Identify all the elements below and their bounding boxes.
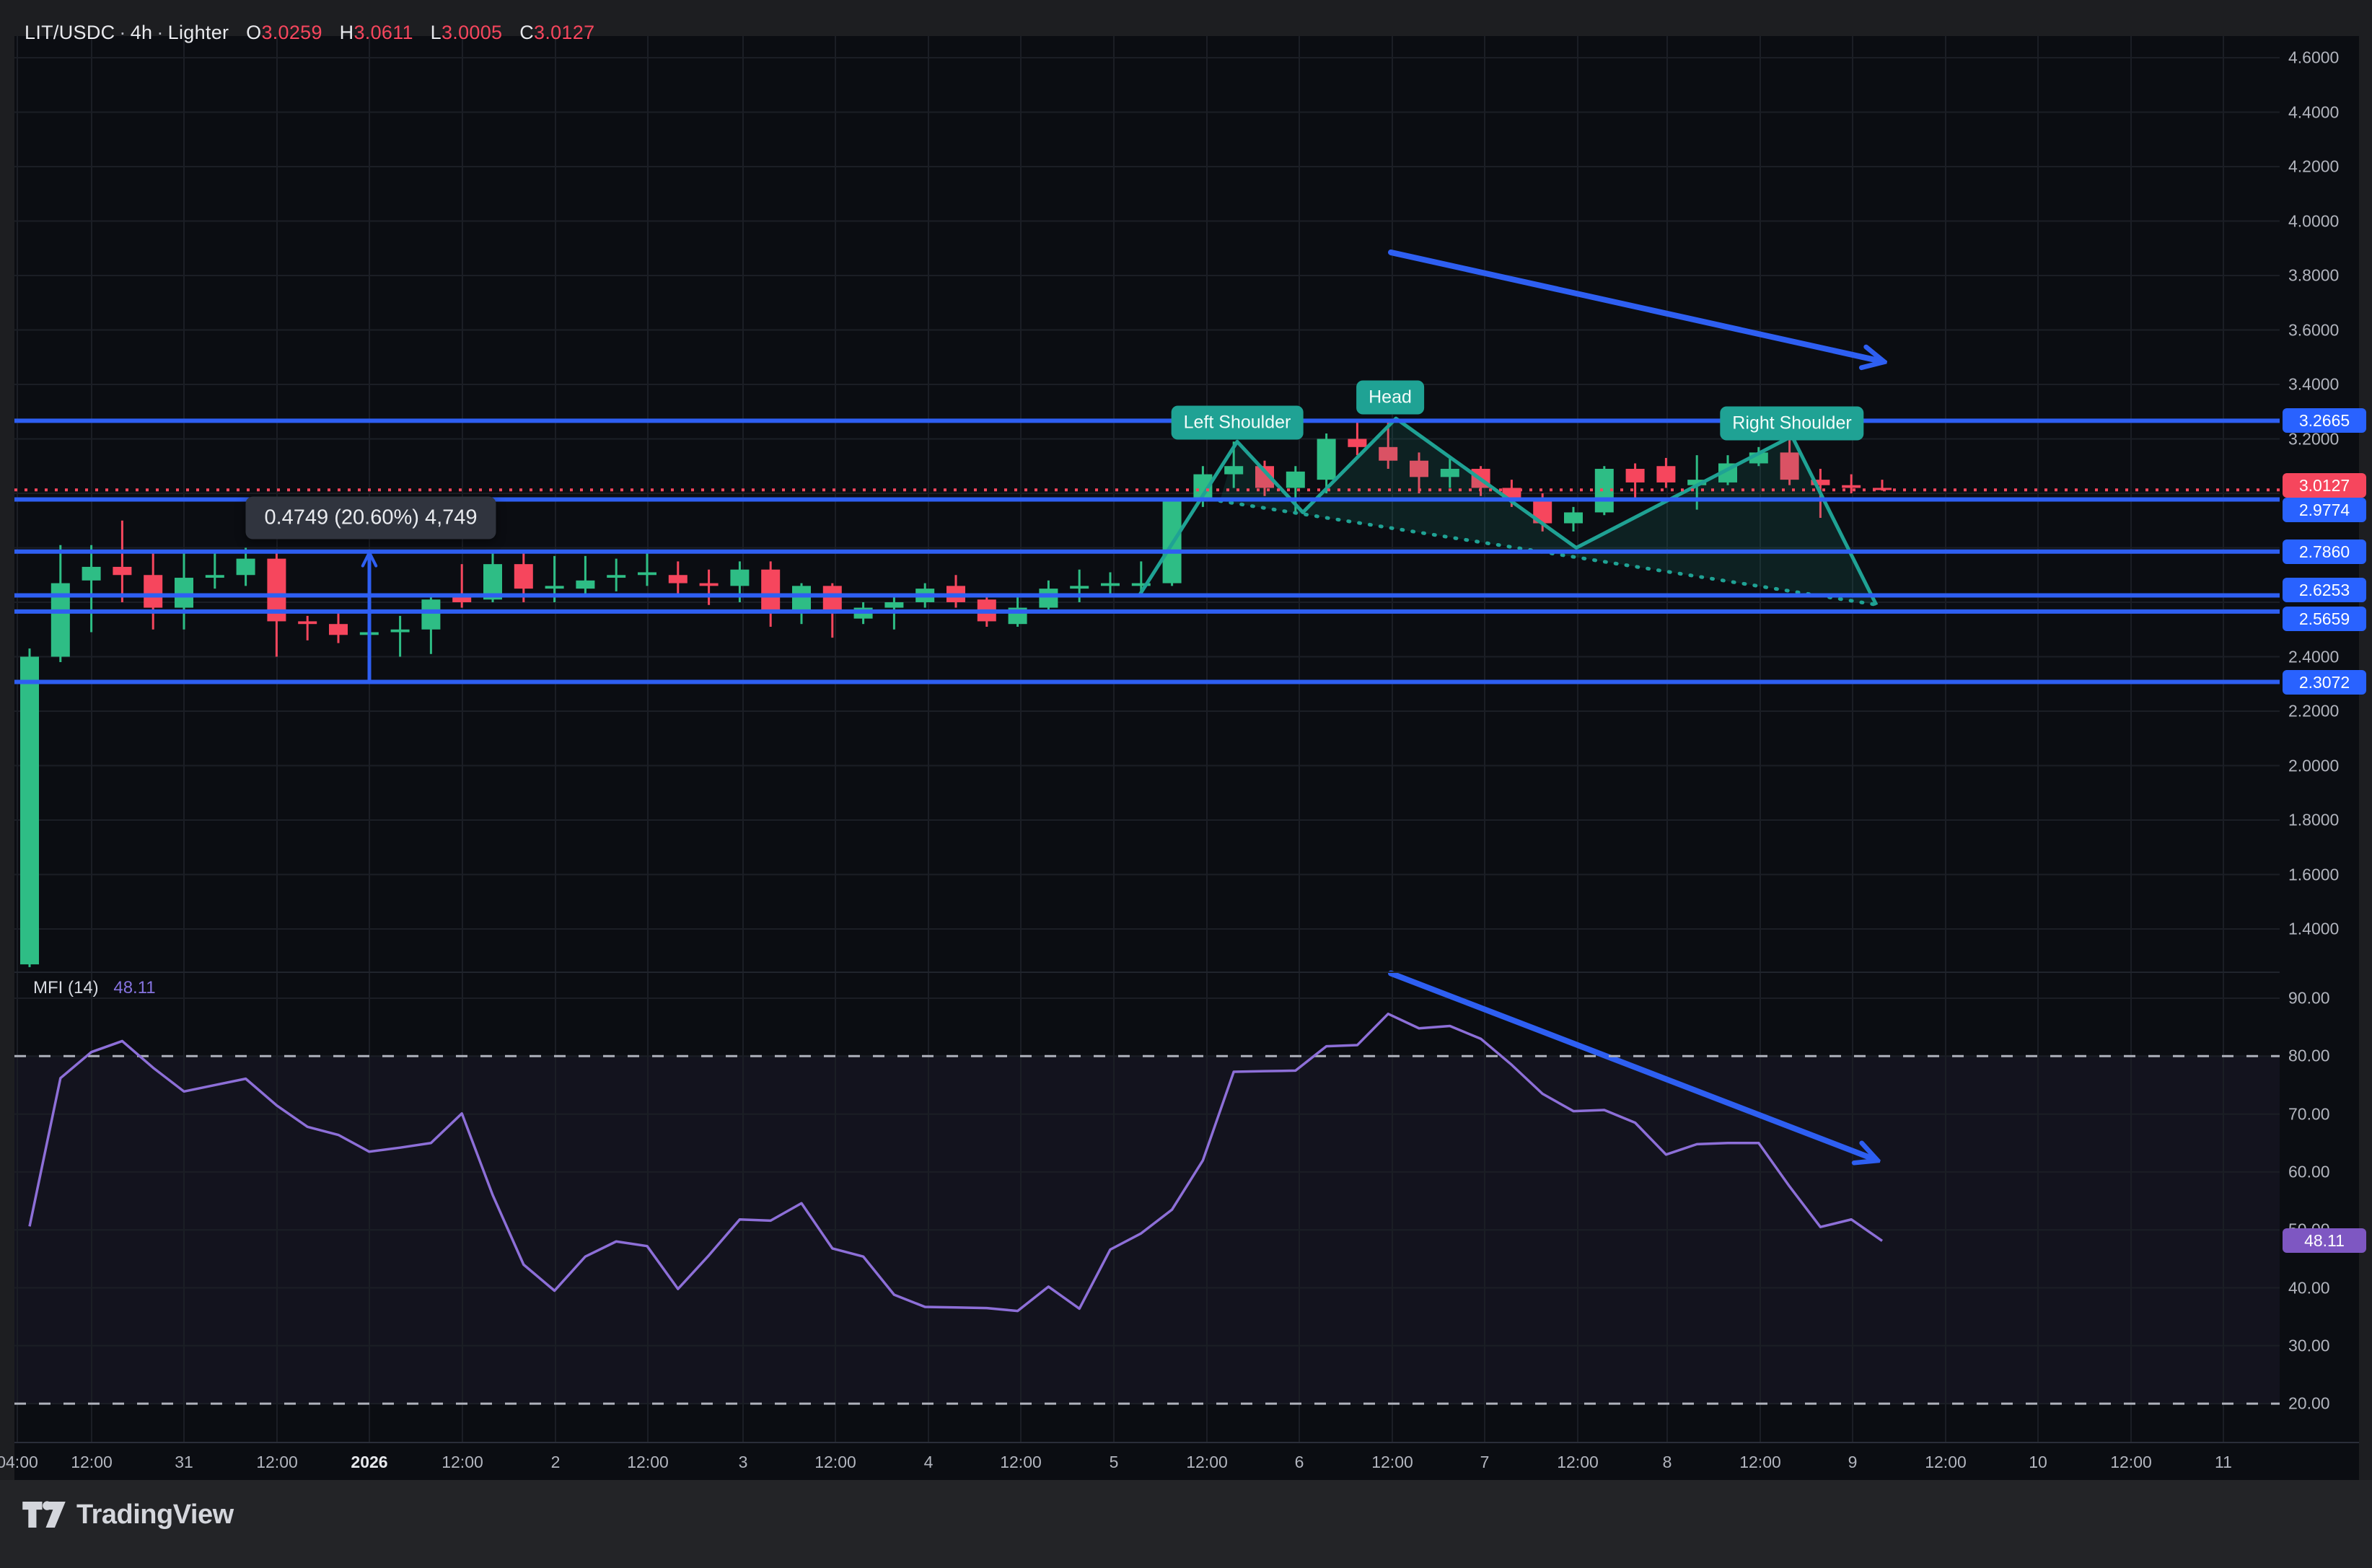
chart-canvas[interactable] <box>0 0 2372 1568</box>
tradingview-chart-window: LIT/USDC·4h·Lighter O3.0259 H3.0611 L3.0… <box>0 0 2372 1568</box>
